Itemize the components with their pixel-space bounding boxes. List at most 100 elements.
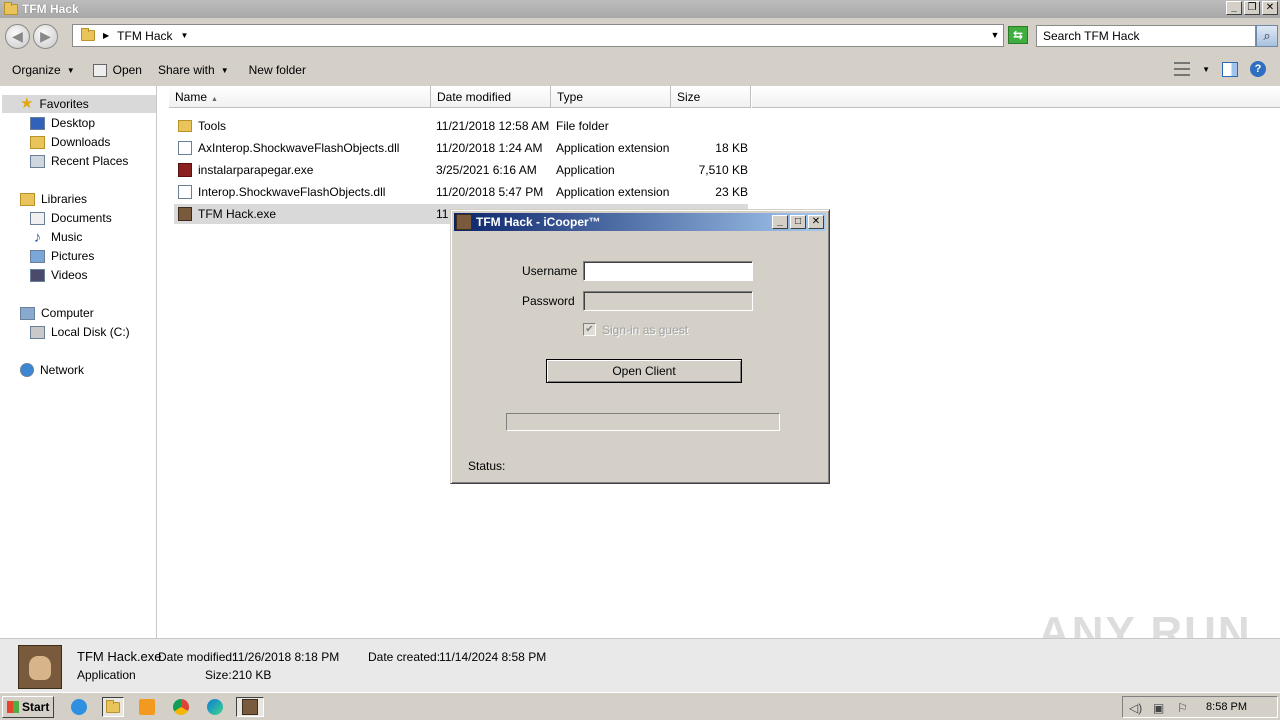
downloads-icon: [30, 135, 45, 149]
nav-label: Local Disk (C:): [51, 325, 130, 339]
file-row[interactable]: AxInterop.ShockwaveFlashObjects.dll 11/2…: [174, 138, 748, 158]
breadcrumb-dropdown-icon[interactable]: ▼: [181, 31, 189, 40]
nav-favorites[interactable]: ★ Favorites: [2, 95, 156, 113]
file-size: 23 KB: [715, 185, 748, 199]
help-icon[interactable]: ?: [1250, 61, 1266, 77]
internet-explorer-icon[interactable]: [68, 697, 90, 717]
details-type: Application: [77, 668, 136, 682]
disk-icon: [30, 325, 45, 339]
file-size: 7,510 KB: [698, 163, 748, 177]
nav-music[interactable]: ♪ Music: [30, 228, 82, 246]
breadcrumb-arrow-icon[interactable]: ▶: [103, 31, 109, 40]
file-thumbnail: [18, 645, 62, 689]
refresh-icon[interactable]: ⇆: [1008, 26, 1028, 44]
file-row[interactable]: Tools 11/21/2018 12:58 AM File folder: [174, 116, 748, 136]
breadcrumb-tfm-hack[interactable]: TFM Hack: [117, 29, 172, 43]
column-header-size[interactable]: Size: [671, 86, 751, 108]
nav-label: Network: [40, 363, 85, 377]
new-folder-button[interactable]: New folder: [249, 63, 306, 77]
password-field[interactable]: [583, 291, 753, 311]
dialog-maximize-button[interactable]: □: [790, 215, 806, 229]
back-button[interactable]: ◀: [5, 24, 30, 49]
forward-button[interactable]: ▶: [33, 24, 58, 49]
nav-label: Videos: [51, 268, 88, 282]
progress-bar: [506, 413, 780, 431]
start-label: Start: [22, 700, 50, 714]
media-player-icon[interactable]: [136, 697, 158, 717]
action-center-flag-icon[interactable]: ⚐: [1177, 702, 1191, 714]
dialog-minimize-button[interactable]: _: [772, 215, 788, 229]
volume-icon[interactable]: ◁): [1129, 702, 1143, 714]
nav-libraries[interactable]: Libraries: [20, 190, 87, 208]
change-view-icon[interactable]: [1174, 62, 1191, 76]
file-date: 11/20/2018 1:24 AM: [436, 141, 543, 155]
start-button[interactable]: Start: [2, 696, 54, 718]
edge-icon[interactable]: [204, 697, 226, 717]
open-icon: [92, 63, 107, 77]
maximize-button[interactable]: ❐: [1244, 1, 1260, 15]
music-icon: ♪: [30, 230, 45, 245]
window-titlebar: TFM Hack _ ❐ ✕: [0, 0, 1280, 18]
nav-label: Libraries: [41, 192, 88, 206]
share-with-button[interactable]: Share with ▼: [158, 63, 229, 77]
pictures-icon: [30, 249, 45, 263]
preview-pane-icon[interactable]: [1222, 61, 1238, 77]
search-input[interactable]: Search TFM Hack: [1036, 25, 1256, 47]
nav-label: Documents: [51, 211, 112, 225]
nav-label: Favorites: [39, 97, 89, 111]
nav-documents[interactable]: Documents: [30, 209, 112, 227]
column-label: Type: [557, 90, 584, 104]
minimize-button[interactable]: _: [1226, 1, 1242, 15]
file-type: Application extension: [556, 141, 670, 155]
share-with-label: Share with: [157, 63, 215, 77]
open-button[interactable]: Open: [92, 63, 142, 77]
column-header-filler: [752, 86, 1280, 108]
organize-button[interactable]: Organize ▼: [12, 63, 75, 77]
file-row[interactable]: Interop.ShockwaveFlashObjects.dll 11/20/…: [174, 182, 748, 202]
column-header-date-modified[interactable]: Date modified: [431, 86, 551, 108]
libraries-icon: [20, 192, 35, 206]
close-button[interactable]: ✕: [1262, 1, 1278, 15]
chrome-icon[interactable]: [170, 697, 192, 717]
nav-label: Computer: [41, 306, 94, 320]
organize-label: Organize: [12, 63, 61, 77]
nav-recent-places[interactable]: Recent Places: [30, 152, 128, 170]
username-field[interactable]: [583, 261, 753, 281]
dialog-close-button[interactable]: ✕: [808, 215, 824, 229]
dialog-titlebar[interactable]: TFM Hack - iCooper™ _ □ ✕: [454, 213, 826, 231]
nav-label: Music: [51, 230, 83, 244]
nav-computer[interactable]: Computer: [20, 304, 94, 322]
nav-pictures[interactable]: Pictures: [30, 247, 94, 265]
nav-downloads[interactable]: Downloads: [30, 133, 110, 151]
search-icon[interactable]: ⌕: [1256, 25, 1278, 47]
folder-icon: [4, 1, 18, 15]
file-type: File folder: [556, 119, 609, 133]
guest-checkbox[interactable]: ✔: [583, 323, 596, 336]
nav-desktop[interactable]: Desktop: [30, 114, 95, 132]
file-date: 11/20/2018 5:47 PM: [436, 185, 544, 199]
tfm-hack-taskbar-icon[interactable]: [236, 697, 264, 717]
column-label: Name: [175, 90, 208, 104]
details-date-modified: 11/26/2018 8:18 PM: [232, 650, 340, 664]
view-dropdown-icon[interactable]: ▼: [1202, 65, 1210, 74]
documents-icon: [30, 211, 45, 225]
details-filename: TFM Hack.exe: [77, 649, 162, 664]
details-size-label: Size:: [205, 668, 232, 682]
address-bar[interactable]: ▶ TFM Hack ▼: [72, 24, 1004, 47]
explorer-taskbar-icon[interactable]: [102, 697, 124, 717]
chevron-down-icon: ▼: [66, 65, 75, 75]
window-title: TFM Hack: [22, 2, 79, 16]
network-tray-icon[interactable]: ▣: [1153, 702, 1167, 714]
details-date-created-label: Date created:: [368, 650, 441, 664]
nav-network[interactable]: Network: [20, 361, 84, 379]
open-client-button[interactable]: Open Client: [546, 359, 742, 383]
nav-local-disk[interactable]: Local Disk (C:): [30, 323, 130, 341]
column-label: Date modified: [437, 90, 512, 104]
address-history-dropdown[interactable]: ▼: [986, 24, 1004, 47]
file-row[interactable]: instalarparapegar.exe 3/25/2021 6:16 AM …: [174, 160, 748, 180]
column-header-type[interactable]: Type: [551, 86, 671, 108]
clock[interactable]: 8:58 PM: [1206, 701, 1247, 713]
nav-videos[interactable]: Videos: [30, 266, 87, 284]
column-header-name[interactable]: Name ▲: [169, 86, 431, 108]
computer-icon: [20, 306, 35, 320]
